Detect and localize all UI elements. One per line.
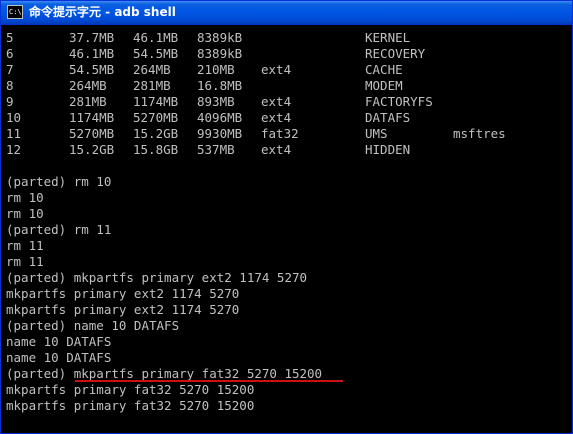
partition-number: 11 (6, 126, 22, 141)
command-highlight-underline (75, 380, 343, 382)
partition-size: 16.8MB (197, 78, 243, 93)
echo-line: mkpartfs primary ext2 1174 5270 (6, 302, 240, 317)
partition-end: 5270MB (133, 110, 179, 125)
partition-number: 10 (6, 110, 22, 125)
window-title: 命令提示字元 - adb shell (29, 5, 176, 19)
partition-size: 893MB (197, 94, 235, 109)
echo-line: mkpartfs primary fat32 5270 15200 (6, 382, 255, 397)
partition-number: 12 (6, 142, 22, 157)
partition-filesystem: ext4 (261, 110, 292, 125)
partition-start: 54.5MB (69, 62, 115, 77)
partition-size: 9930MB (197, 126, 243, 141)
partition-name: MODEM (365, 78, 403, 93)
partition-name: FACTORYFS (365, 94, 433, 109)
partition-number: 6 (6, 46, 14, 61)
partition-start: 37.7MB (69, 30, 115, 45)
partition-start: 281MB (69, 94, 107, 109)
partition-start: 264MB (69, 78, 107, 93)
partition-name: RECOVERY (365, 46, 426, 61)
partition-filesystem: ext4 (261, 94, 292, 109)
console-icon[interactable]: C:\ (7, 5, 23, 19)
partition-start: 15.2GB (69, 142, 115, 157)
partition-filesystem: ext4 (261, 62, 292, 77)
echo-line: name 10 DATAFS (6, 350, 112, 365)
partition-number: 9 (6, 94, 14, 109)
partition-end: 46.1MB (133, 30, 179, 45)
echo-line: rm 11 (6, 238, 44, 253)
command-prompt-window: C:\ 命令提示字元 - adb shell 5 37.7MB 46.1MB 8389… (0, 0, 573, 434)
partition-start: 46.1MB (69, 46, 115, 61)
prompt-command-line: (parted) name 10 DATAFS (6, 318, 180, 333)
partition-end: 1174MB (133, 94, 179, 109)
partition-name: UMS (365, 126, 388, 141)
partition-size: 537MB (197, 142, 235, 157)
partition-size: 210MB (197, 62, 235, 77)
echo-line: rm 10 (6, 206, 44, 221)
prompt-command-line: (parted) rm 11 (6, 222, 112, 237)
prompt-command-line: (parted) mkpartfs primary ext2 1174 5270 (6, 270, 308, 285)
partition-size: 4096MB (197, 110, 243, 125)
echo-line: rm 11 (6, 254, 44, 269)
partition-name: KERNEL (365, 30, 411, 45)
prompt-command-line: (parted) rm 10 (6, 174, 112, 189)
partition-end: 264MB (133, 62, 171, 77)
partition-filesystem: fat32 (261, 126, 299, 141)
echo-line: mkpartfs primary ext2 1174 5270 (6, 286, 240, 301)
echo-line: name 10 DATAFS (6, 334, 112, 349)
partition-end: 15.8GB (133, 142, 179, 157)
partition-end: 281MB (133, 78, 171, 93)
partition-number: 5 (6, 30, 14, 45)
partition-name: DATAFS (365, 110, 411, 125)
partition-flags: msftres (453, 126, 506, 141)
echo-line: rm 10 (6, 190, 44, 205)
partition-name: HIDDEN (365, 142, 411, 157)
partition-size: 8389kB (197, 30, 243, 45)
partition-number: 7 (6, 62, 14, 77)
title-bar[interactable]: C:\ 命令提示字元 - adb shell (1, 1, 572, 25)
partition-name: CACHE (365, 62, 403, 77)
partition-number: 8 (6, 78, 14, 93)
partition-start: 5270MB (69, 126, 115, 141)
partition-end: 15.2GB (133, 126, 179, 141)
partition-size: 8389kB (197, 46, 243, 61)
partition-start: 1174MB (69, 110, 115, 125)
partition-filesystem: ext4 (261, 142, 292, 157)
console-output[interactable]: 5 37.7MB 46.1MB 8389kB KERNEL 6 46.1MB 54.5MB 83… (1, 26, 572, 433)
echo-line: mkpartfs primary fat32 5270 15200 (6, 398, 255, 413)
partition-end: 54.5MB (133, 46, 179, 61)
